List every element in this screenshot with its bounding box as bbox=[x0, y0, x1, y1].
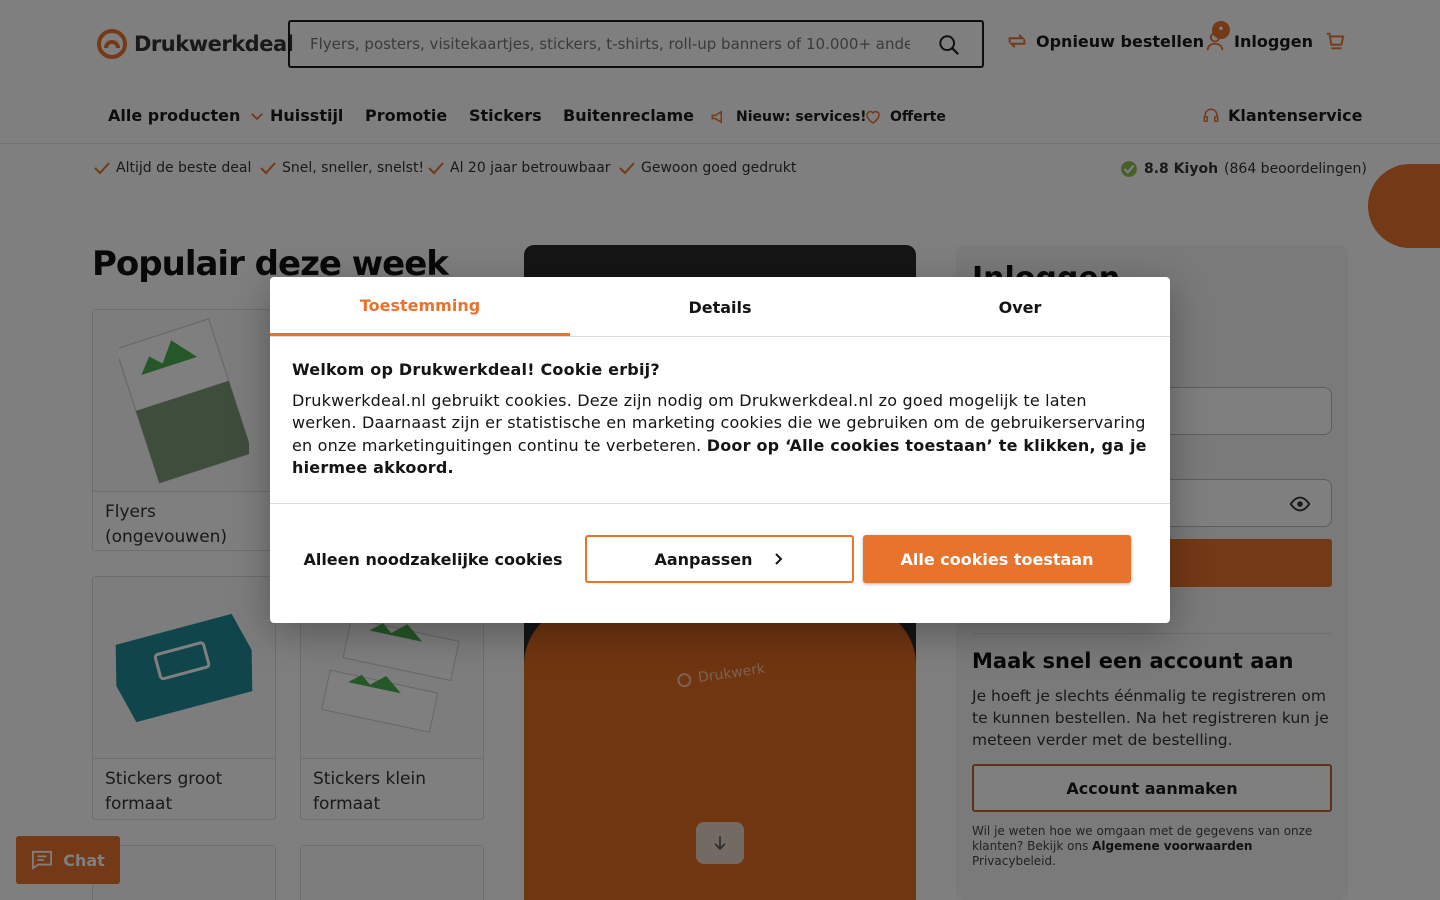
cookie-body: Drukwerkdeal.nl gebruikt cookies. Deze z… bbox=[292, 390, 1152, 480]
customize-button[interactable]: Aanpassen bbox=[585, 535, 854, 583]
tab-about[interactable]: Over bbox=[870, 277, 1170, 337]
cookie-text: Welkom op Drukwerkdeal! Cookie erbij? Dr… bbox=[292, 359, 1152, 480]
tab-details[interactable]: Details bbox=[570, 277, 870, 337]
chevron-right-icon bbox=[774, 553, 782, 565]
tab-consent[interactable]: Toestemming bbox=[270, 277, 570, 336]
customize-label: Aanpassen bbox=[654, 549, 753, 569]
divider bbox=[270, 503, 1170, 504]
necessary-cookies-button[interactable]: Alleen noodzakelijke cookies bbox=[292, 535, 574, 583]
cookie-heading: Welkom op Drukwerkdeal! Cookie erbij? bbox=[292, 360, 660, 379]
allow-all-cookies-button[interactable]: Alle cookies toestaan bbox=[863, 535, 1131, 583]
cookie-dialog: Toestemming Details Over Welkom op Drukw… bbox=[270, 277, 1170, 623]
cookie-tabs: Toestemming Details Over bbox=[270, 277, 1170, 337]
